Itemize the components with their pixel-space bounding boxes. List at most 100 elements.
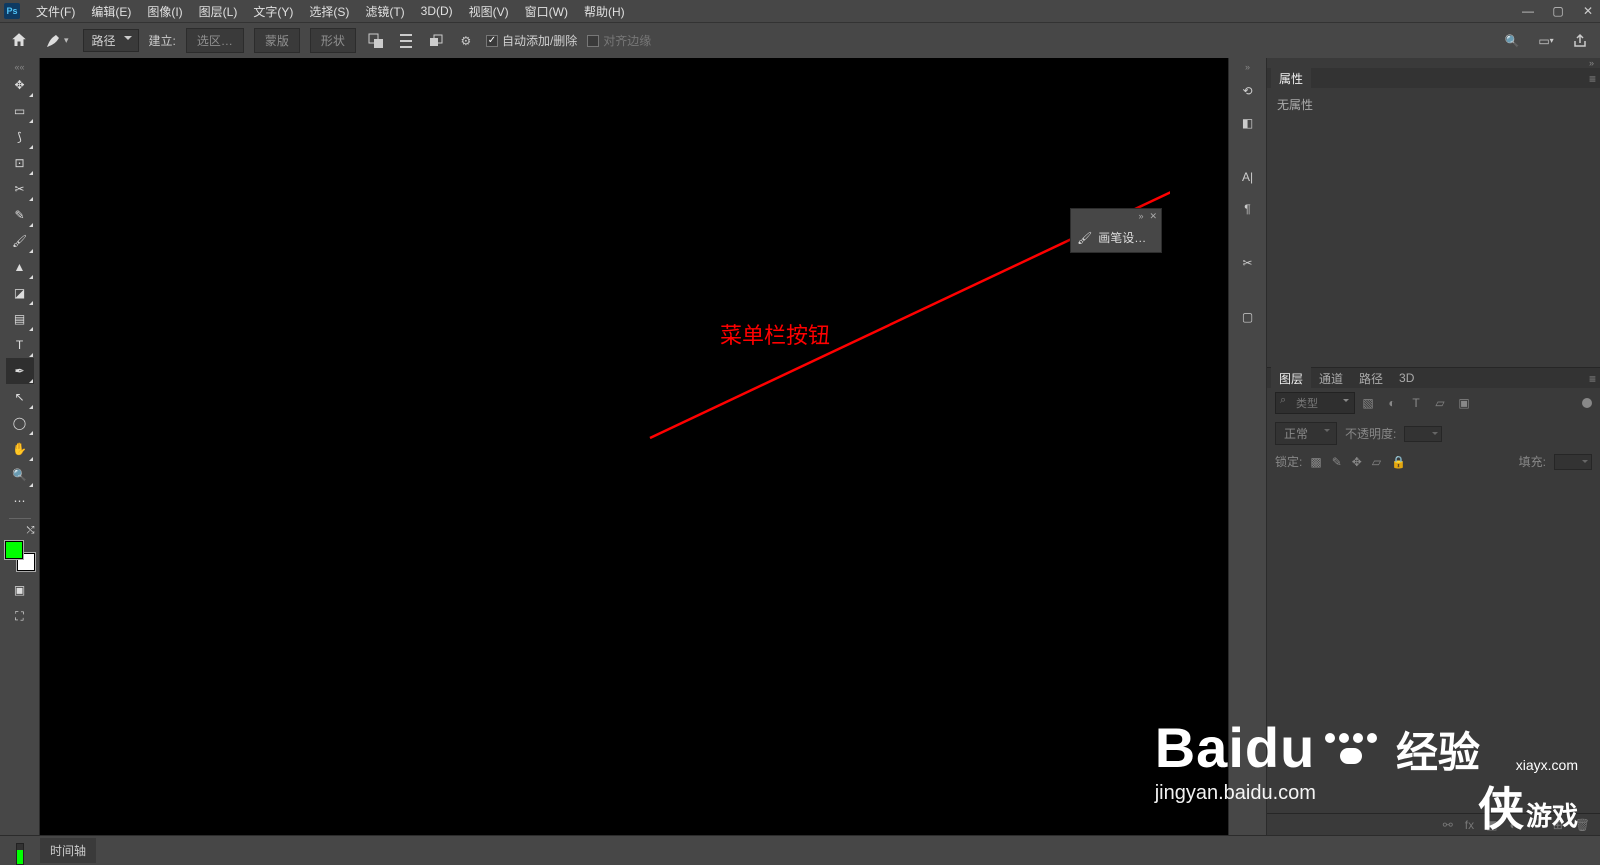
path-operations-icon[interactable] bbox=[366, 31, 386, 51]
path-select-tool[interactable]: ↖ bbox=[6, 384, 34, 410]
menu-help[interactable]: 帮助(H) bbox=[576, 0, 633, 23]
link-layers-icon[interactable]: ⚯ bbox=[1443, 818, 1453, 832]
share-icon[interactable] bbox=[1570, 31, 1590, 51]
filter-smart-icon[interactable]: ▣ bbox=[1457, 396, 1471, 410]
new-layer-icon[interactable]: ⊞ bbox=[1553, 818, 1563, 832]
pen-tool[interactable]: ✒ bbox=[6, 358, 34, 384]
tool-mode-select[interactable]: 路径 bbox=[83, 29, 139, 52]
menu-view[interactable]: 视图(V) bbox=[461, 0, 517, 23]
timeline-tab[interactable]: 时间轴 bbox=[40, 838, 96, 863]
close-icon[interactable]: ✕ bbox=[1149, 211, 1157, 222]
delete-layer-icon[interactable]: 🗑 bbox=[1575, 818, 1590, 832]
ellipse-tool[interactable]: ◯ bbox=[6, 410, 34, 436]
lock-position-icon[interactable]: ✥ bbox=[1352, 455, 1362, 469]
workspace-switcher-icon[interactable]: ▭ ▾ bbox=[1536, 31, 1556, 51]
filter-pixel-icon[interactable]: ▧ bbox=[1361, 396, 1375, 410]
gear-icon[interactable]: ⚙ bbox=[456, 31, 476, 51]
menu-image[interactable]: 图像(I) bbox=[139, 0, 190, 23]
layers-list[interactable] bbox=[1267, 474, 1600, 813]
make-mask-button[interactable]: 蒙版 bbox=[254, 28, 300, 53]
swap-colors-icon[interactable]: ⤭ bbox=[5, 523, 35, 537]
collapsed-panel-strip: » ⟲ ◧ A| ¶ ✂ ▢ bbox=[1228, 58, 1266, 835]
panel-menu-icon[interactable]: ≡ bbox=[1589, 72, 1596, 86]
channels-tab[interactable]: 通道 bbox=[1311, 367, 1351, 390]
filter-adjust-icon[interactable]: ◐ bbox=[1385, 396, 1399, 410]
make-shape-button[interactable]: 形状 bbox=[310, 28, 356, 53]
menu-edit[interactable]: 编辑(E) bbox=[83, 0, 139, 23]
menu-file[interactable]: 文件(F) bbox=[28, 0, 83, 23]
3d-tab[interactable]: 3D bbox=[1391, 368, 1422, 388]
hand-tool[interactable]: ✋ bbox=[6, 436, 34, 462]
fill-input[interactable] bbox=[1554, 454, 1592, 470]
opacity-input[interactable] bbox=[1404, 426, 1442, 442]
eraser-tool[interactable]: ◪ bbox=[6, 280, 34, 306]
path-alignment-icon[interactable] bbox=[396, 31, 416, 51]
lock-pixels-icon[interactable]: ✎ bbox=[1332, 455, 1342, 469]
filter-type-icon[interactable]: T bbox=[1409, 396, 1423, 410]
path-arrangement-icon[interactable] bbox=[426, 31, 446, 51]
layer-group-icon[interactable]: 🗀 bbox=[1529, 814, 1541, 835]
auto-add-delete-label: 自动添加/删除 bbox=[502, 32, 577, 49]
strip-collapse-grip[interactable]: » bbox=[1245, 62, 1250, 72]
menu-type[interactable]: 文字(Y) bbox=[245, 0, 301, 23]
libraries-icon[interactable]: ▢ bbox=[1235, 304, 1261, 330]
brush-settings-item[interactable]: 🖌 画笔设… bbox=[1071, 223, 1161, 252]
history-icon[interactable]: ⟲ bbox=[1235, 78, 1261, 104]
paths-tab[interactable]: 路径 bbox=[1351, 367, 1391, 390]
menu-select[interactable]: 选择(S) bbox=[301, 0, 357, 23]
move-tool[interactable]: ✥ bbox=[6, 72, 34, 98]
lasso-tool[interactable]: ⟆ bbox=[6, 124, 34, 150]
zoom-tool[interactable]: 🔍 bbox=[6, 462, 34, 488]
align-edges-checkbox[interactable]: 对齐边缘 bbox=[587, 32, 651, 49]
quick-mask-button[interactable]: ▣ bbox=[6, 577, 34, 603]
quick-select-tool[interactable]: ⊡ bbox=[6, 150, 34, 176]
collapse-icon[interactable]: » bbox=[1138, 211, 1143, 221]
screen-mode-button[interactable]: ⛶ bbox=[6, 603, 34, 629]
menu-3d[interactable]: 3D(D) bbox=[413, 1, 461, 21]
lock-artboard-icon[interactable]: ▱ bbox=[1372, 455, 1381, 469]
lock-transparency-icon[interactable]: ▩ bbox=[1310, 455, 1321, 469]
layer-style-icon[interactable]: fx bbox=[1465, 818, 1474, 832]
canvas-area[interactable]: 菜单栏按钮 »✕ 🖌 画笔设… bbox=[40, 58, 1228, 835]
auto-add-delete-checkbox[interactable]: 自动添加/删除 bbox=[486, 32, 577, 49]
tools-icon[interactable]: ✂ bbox=[1235, 250, 1261, 276]
filter-toggle[interactable] bbox=[1582, 398, 1592, 408]
type-tool[interactable]: T bbox=[6, 332, 34, 358]
document-canvas[interactable] bbox=[40, 58, 1228, 835]
minimize-button[interactable]: — bbox=[1520, 3, 1536, 19]
close-button[interactable]: ✕ bbox=[1580, 3, 1596, 19]
properties-tab[interactable]: 属性 bbox=[1271, 67, 1311, 90]
layer-mask-icon[interactable]: ◩ bbox=[1486, 818, 1497, 832]
home-button[interactable] bbox=[10, 31, 30, 51]
paragraph-icon[interactable]: ¶ bbox=[1235, 196, 1261, 222]
adjustment-layer-icon[interactable]: ◐ bbox=[1509, 818, 1516, 832]
menu-window[interactable]: 窗口(W) bbox=[517, 0, 576, 23]
menu-filter[interactable]: 滤镜(T) bbox=[357, 0, 412, 23]
search-icon[interactable]: 🔍 bbox=[1502, 31, 1522, 51]
toolbar-collapse-grip[interactable]: «« bbox=[0, 62, 39, 72]
color-swatches[interactable] bbox=[5, 541, 35, 571]
layers-tab[interactable]: 图层 bbox=[1271, 367, 1311, 390]
stamp-tool[interactable]: ▲ bbox=[6, 254, 34, 280]
character-icon[interactable]: A| bbox=[1235, 164, 1261, 190]
edit-toolbar-button[interactable]: ⋯ bbox=[6, 488, 34, 514]
foreground-color[interactable] bbox=[5, 541, 23, 559]
crop-tool[interactable]: ✂ bbox=[6, 176, 34, 202]
adjustments-icon[interactable]: ◧ bbox=[1235, 110, 1261, 136]
marquee-tool[interactable]: ▭ bbox=[6, 98, 34, 124]
panel-menu-icon[interactable]: ≡ bbox=[1589, 372, 1596, 386]
blend-mode-select[interactable]: 正常 bbox=[1275, 422, 1337, 445]
eyedropper-tool[interactable]: ✎ bbox=[6, 202, 34, 228]
filter-shape-icon[interactable]: ▱ bbox=[1433, 396, 1447, 410]
panels-collapse-grip[interactable]: » bbox=[1267, 58, 1600, 68]
tool-preset-picker[interactable]: ▾ bbox=[40, 30, 73, 52]
menu-layer[interactable]: 图层(L) bbox=[191, 0, 246, 23]
maximize-button[interactable]: ▢ bbox=[1550, 3, 1566, 19]
lock-all-icon[interactable]: 🔒 bbox=[1391, 455, 1406, 469]
brush-tool[interactable]: 🖌 bbox=[6, 228, 34, 254]
brush-settings-panel[interactable]: »✕ 🖌 画笔设… bbox=[1070, 208, 1162, 253]
gradient-tool[interactable]: ▤ bbox=[6, 306, 34, 332]
brush-panel-header[interactable]: »✕ bbox=[1071, 209, 1161, 223]
layer-kind-filter[interactable]: 类型 bbox=[1275, 392, 1355, 414]
make-selection-button[interactable]: 选区… bbox=[186, 28, 244, 53]
